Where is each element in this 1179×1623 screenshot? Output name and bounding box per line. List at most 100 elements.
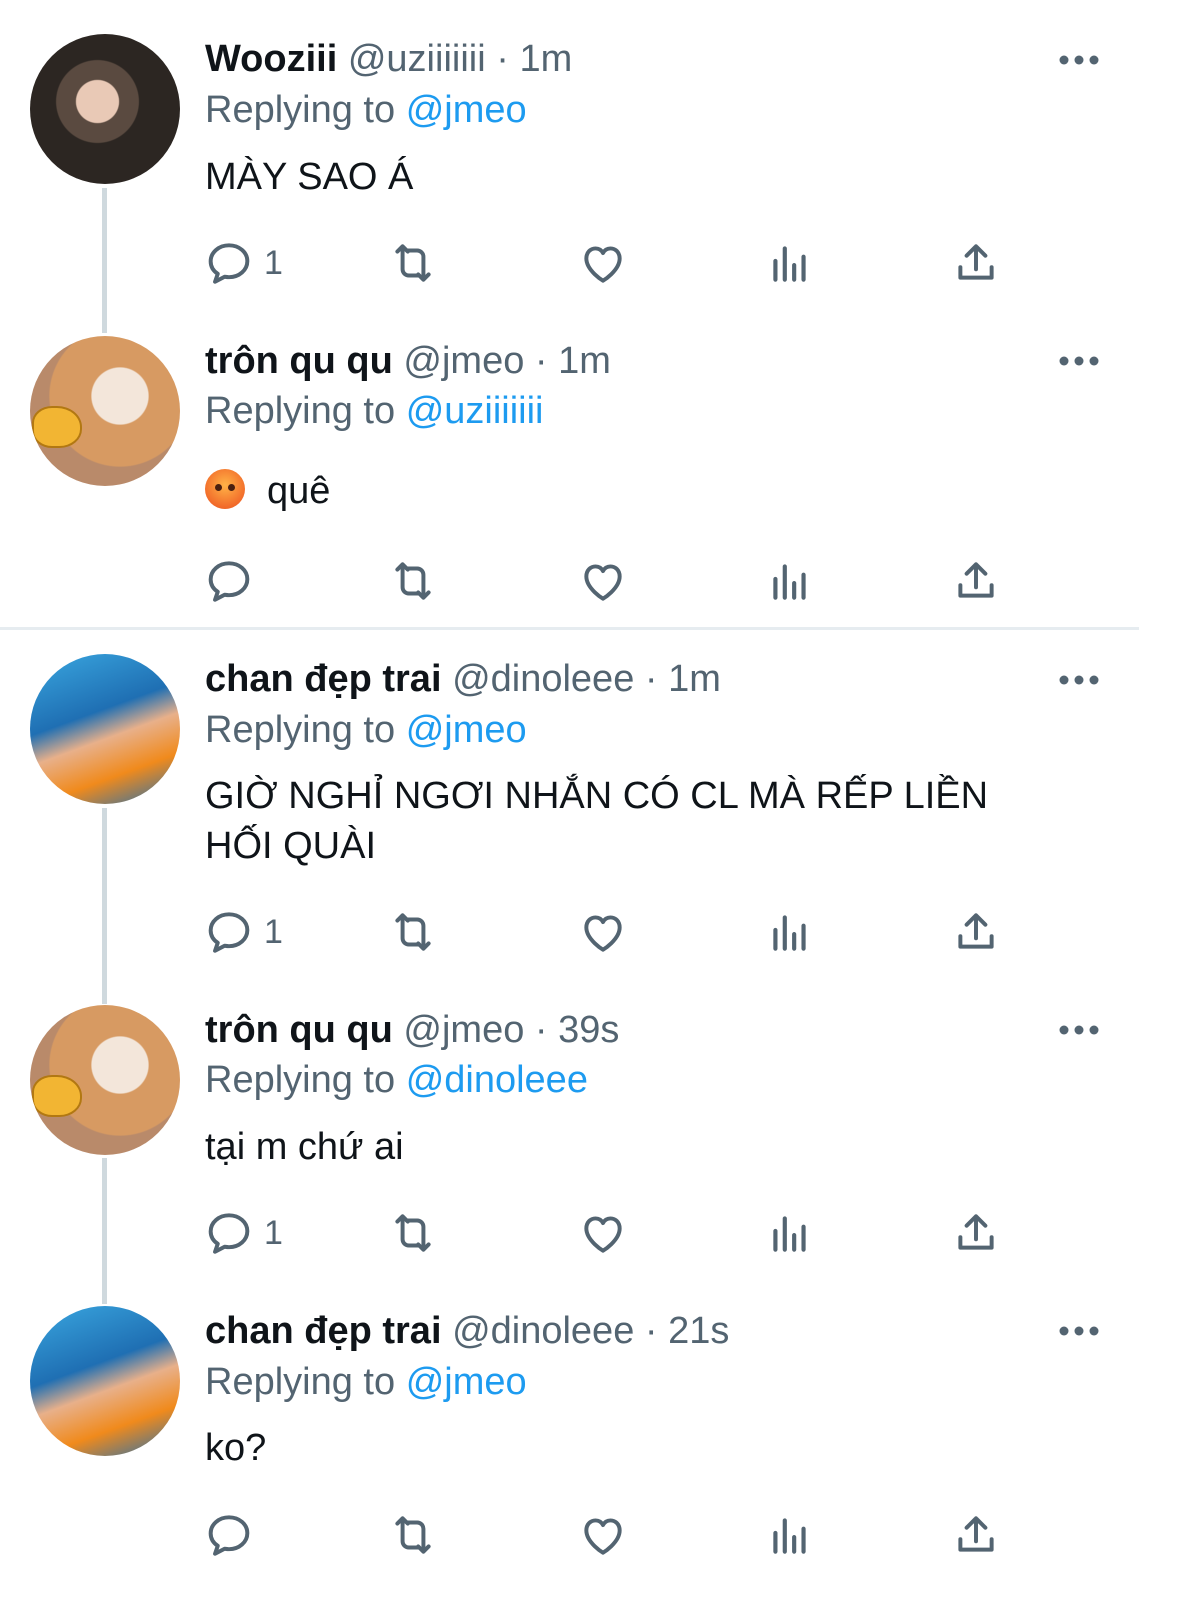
mention-link[interactable]: @dinoleee [406,1059,588,1101]
views-icon [773,1216,806,1252]
views-icon [773,564,806,600]
like-button[interactable] [578,902,628,962]
display-name[interactable]: trôn qu qu [205,340,393,382]
like-icon [584,915,622,952]
display-name[interactable]: trôn qu qu [205,1009,393,1051]
reply-button[interactable]: 1 [204,233,283,293]
timestamp[interactable]: 1m [668,658,721,700]
like-button[interactable] [578,233,628,293]
reply-count: 1 [264,1213,283,1252]
reply-button[interactable] [204,1505,264,1565]
timestamp[interactable]: 1m [558,340,611,382]
views-button[interactable] [765,1203,815,1263]
reply-button[interactable] [204,551,264,611]
replying-prefix: Replying to [205,1361,396,1403]
more-icon[interactable] [1058,670,1100,690]
mention-link[interactable]: @jmeo [406,89,527,131]
tweet-header: Wooziii @uziiiiiii · 1m [205,36,572,82]
handle[interactable]: @uziiiiiii [348,38,486,80]
handle[interactable]: @dinoleee [452,1310,634,1352]
mention-link[interactable]: @uziiiiiii [406,390,544,432]
retweet-button[interactable] [388,233,438,293]
action-bar: 1 [0,902,1179,962]
timestamp[interactable]: 21s [668,1310,729,1352]
separator: · [534,340,548,382]
avatar[interactable] [30,1306,180,1456]
more-icon[interactable] [1058,1020,1100,1040]
separator: · [534,1009,548,1051]
retweet-icon [395,913,431,951]
views-icon [773,915,806,951]
tweet-text-container: quê [205,466,1105,516]
avatar[interactable] [30,34,180,184]
tweet-header: chan đẹp trai @dinoleee · 1m [205,656,721,702]
fist-emoji-icon [32,406,82,448]
retweet-icon [395,1214,431,1252]
share-icon [958,1214,994,1250]
mention-link[interactable]: @jmeo [406,709,527,751]
handle[interactable]: @dinoleee [452,658,634,700]
display-name[interactable]: chan đẹp trai [205,1310,442,1352]
retweet-button[interactable] [388,902,438,962]
tweet-text: tại m chứ ai [205,1126,404,1168]
timestamp[interactable]: 1m [519,38,572,80]
replying-prefix: Replying to [205,89,396,131]
views-button[interactable] [765,902,815,962]
action-bar [0,551,1179,611]
tweet-header: trôn qu qu @jmeo · 1m [205,338,611,384]
reply-icon [208,1213,250,1254]
action-bar [0,1505,1179,1565]
tweet-text: quê [267,470,331,512]
tweet-header: trôn qu qu @jmeo · 39s [205,1007,619,1053]
like-button[interactable] [578,1203,628,1263]
views-button[interactable] [765,1505,815,1565]
tweet-text: MÀY SAO Á [205,156,414,198]
action-bar: 1 [0,1203,1179,1263]
reply-button[interactable]: 1 [204,902,283,962]
handle[interactable]: @jmeo [403,1009,524,1051]
share-button[interactable] [951,551,1001,611]
avatar[interactable] [30,336,180,486]
retweet-icon [395,1516,431,1554]
share-button[interactable] [951,233,1001,293]
reply-count: 1 [264,912,283,951]
like-button[interactable] [578,1505,628,1565]
views-button[interactable] [765,551,815,611]
views-button[interactable] [765,233,815,293]
share-icon [958,1516,994,1552]
avatar[interactable] [30,654,180,804]
separator: · [644,658,658,700]
views-icon [773,246,806,282]
tweet-header: chan đẹp trai @dinoleee · 21s [205,1308,729,1354]
replying-prefix: Replying to [205,390,396,432]
reply-button[interactable]: 1 [204,1203,283,1263]
replying-to: Replying to @jmeo [205,87,527,133]
retweet-button[interactable] [388,1505,438,1565]
share-button[interactable] [951,1505,1001,1565]
avatar[interactable] [30,1005,180,1155]
share-button[interactable] [951,1203,1001,1263]
display-name[interactable]: Wooziii [205,38,337,80]
more-icon[interactable] [1058,351,1100,371]
retweet-button[interactable] [388,551,438,611]
replying-prefix: Replying to [205,709,396,751]
tweet-text: ko? [205,1427,267,1469]
like-button[interactable] [578,551,628,611]
replying-to: Replying to @dinoleee [205,1057,588,1103]
mention-link[interactable]: @jmeo [406,1361,527,1403]
display-name[interactable]: chan đẹp trai [205,658,442,700]
share-icon [958,913,994,949]
separator: · [644,1310,658,1352]
retweet-button[interactable] [388,1203,438,1263]
timestamp[interactable]: 39s [558,1009,619,1051]
tweet-divider [0,627,1139,630]
more-icon[interactable] [1058,50,1100,70]
share-button[interactable] [951,902,1001,962]
more-icon[interactable] [1058,1321,1100,1341]
reply-icon [208,561,250,602]
replying-prefix: Replying to [205,1059,396,1101]
retweet-icon [395,244,431,282]
views-icon [773,1518,806,1554]
handle[interactable]: @jmeo [403,340,524,382]
replying-to: Replying to @jmeo [205,707,527,753]
